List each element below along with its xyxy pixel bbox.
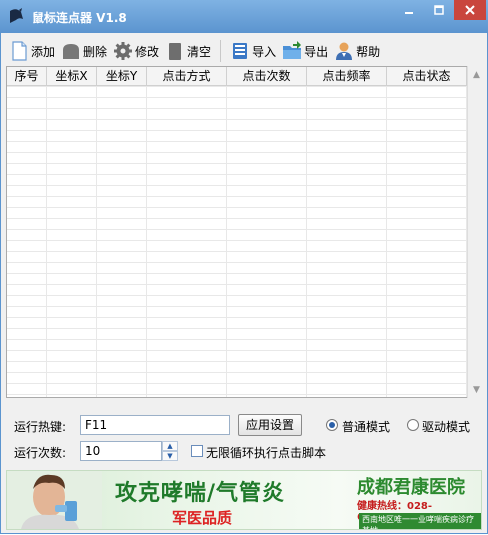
col-header-y[interactable]: 坐标Y — [97, 67, 147, 85]
export-label: 导出 — [304, 44, 329, 59]
close-button[interactable] — [454, 0, 486, 20]
delete-button[interactable]: 删除 — [58, 37, 110, 65]
scroll-up-arrow-icon[interactable]: ▲ — [468, 66, 485, 83]
help-user-icon — [336, 42, 353, 60]
run-count-input[interactable]: 10 — [80, 441, 162, 461]
table-header: 序号 坐标X 坐标Y 点击方式 点击次数 点击频率 点击状态 — [7, 67, 467, 86]
clear-icon — [169, 43, 182, 60]
app-logo-icon — [10, 8, 23, 23]
col-header-click-status[interactable]: 点击状态 — [387, 67, 467, 85]
minimize-icon — [405, 12, 413, 14]
maximize-button[interactable] — [424, 0, 454, 20]
column-divider — [386, 86, 387, 397]
column-divider — [226, 86, 227, 397]
minimize-button[interactable] — [394, 0, 424, 20]
infinite-loop-checkbox[interactable] — [191, 445, 203, 457]
column-divider — [306, 86, 307, 397]
normal-mode-label: 普通模式 — [342, 420, 391, 434]
hotkey-label: 运行热键: — [14, 420, 67, 434]
table-body — [7, 86, 467, 397]
ad-subline: 军医品质 — [172, 509, 233, 527]
clear-button[interactable]: 清空 — [162, 37, 214, 65]
col-header-click-type[interactable]: 点击方式 — [147, 67, 227, 85]
import-button[interactable]: 导入 — [227, 37, 279, 65]
driver-mode-radio[interactable] — [407, 419, 419, 431]
add-label: 添加 — [31, 44, 56, 59]
normal-mode-radio[interactable] — [326, 419, 338, 431]
add-document-icon — [12, 41, 27, 61]
run-count-label: 运行次数: — [14, 446, 67, 460]
ad-person-image — [7, 471, 102, 529]
export-button[interactable]: 导出 — [279, 37, 331, 65]
column-divider — [96, 86, 97, 397]
infinite-loop-label: 无限循环执行点击脚本 — [206, 446, 327, 460]
export-folder-icon — [283, 41, 302, 59]
close-icon — [465, 5, 475, 15]
column-divider — [146, 86, 147, 397]
delete-icon — [63, 44, 80, 59]
toolbar: 添加 删除 修改 清空 导入 导出 帮助 — [6, 36, 383, 66]
click-list-table[interactable]: 序号 坐标X 坐标Y 点击方式 点击次数 点击频率 点击状态 — [6, 66, 468, 398]
ad-hospital-name: 成都君康医院 — [357, 477, 465, 498]
clear-label: 清空 — [187, 44, 212, 59]
delete-label: 删除 — [83, 44, 108, 59]
col-header-click-frequency[interactable]: 点击频率 — [307, 67, 387, 85]
spin-down-icon[interactable]: ▼ — [162, 451, 178, 461]
ad-headline: 攻克哮喘/气管炎 — [115, 480, 286, 506]
ad-banner[interactable]: 攻克哮喘/气管炎 军医品质 成都君康医院 健康热线：028-61536156 西… — [6, 470, 482, 530]
gear-icon — [114, 42, 133, 60]
ad-footer: 西南地区唯一一业哮喘疾病诊疗基地 — [359, 513, 481, 529]
add-button[interactable]: 添加 — [6, 37, 58, 65]
edit-button[interactable]: 修改 — [110, 37, 162, 65]
window-title: 鼠标连点器 V1.8 — [32, 11, 127, 25]
column-divider — [46, 86, 47, 397]
table-scrollbar[interactable]: ▲ ▼ — [467, 66, 485, 398]
scroll-down-arrow-icon[interactable]: ▼ — [468, 381, 485, 398]
import-label: 导入 — [252, 44, 277, 59]
toolbar-separator — [220, 40, 222, 62]
title-bar: 鼠标连点器 V1.8 — [0, 0, 488, 34]
import-icon — [233, 43, 248, 59]
col-header-index[interactable]: 序号 — [7, 67, 47, 85]
run-count-spinner[interactable]: ▲ ▼ — [162, 441, 178, 461]
col-header-x[interactable]: 坐标X — [47, 67, 97, 85]
help-button[interactable]: 帮助 — [331, 37, 383, 65]
maximize-icon — [434, 5, 444, 15]
driver-mode-label: 驱动模式 — [422, 420, 471, 434]
spin-up-icon[interactable]: ▲ — [162, 441, 178, 451]
col-header-click-count[interactable]: 点击次数 — [227, 67, 307, 85]
help-label: 帮助 — [356, 44, 381, 59]
hotkey-input[interactable]: F11 — [80, 415, 230, 435]
apply-settings-button[interactable]: 应用设置 — [238, 414, 302, 436]
edit-label: 修改 — [135, 44, 160, 59]
